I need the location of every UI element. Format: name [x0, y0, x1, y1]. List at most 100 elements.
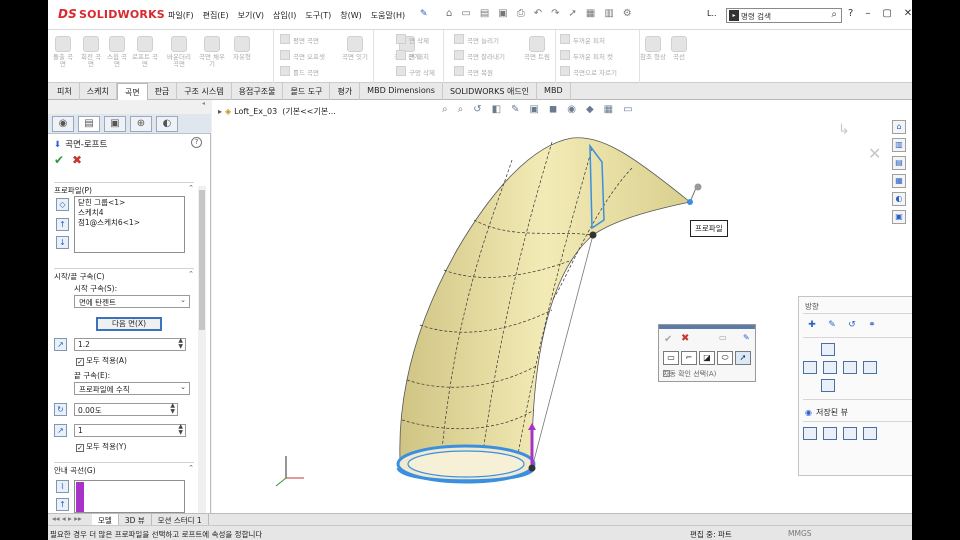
tab-addins[interactable]: SOLIDWORKS 애드인 — [443, 83, 538, 100]
move-up-icon[interactable]: ↑ — [56, 498, 69, 511]
display-manager-tab-icon[interactable]: ◐ — [156, 116, 178, 132]
extrude-surface-button[interactable]: 돌출 곡면 — [52, 36, 74, 68]
panel-collapse-arrow[interactable]: ◂ — [48, 100, 211, 114]
list-item[interactable]: 닫힌 그룹<1> — [78, 198, 181, 208]
help-icon[interactable]: ? — [191, 137, 202, 148]
two-view-horizontal-icon[interactable] — [823, 427, 837, 440]
tab-mbd-dimensions[interactable]: MBD Dimensions — [360, 83, 443, 100]
right-view-icon[interactable] — [843, 361, 857, 374]
unit-system[interactable]: MMGS — [788, 529, 812, 538]
feature-manager-tab-icon[interactable]: ◉ — [52, 116, 74, 132]
start-end-section-header[interactable]: 시작/끝 구속(C) ⌃ — [54, 268, 194, 281]
print-icon[interactable]: ⎙ — [517, 8, 525, 19]
guide-curves-list[interactable] — [74, 480, 185, 513]
menu-view[interactable]: 보기(V) — [238, 10, 264, 21]
panel-scrollbar[interactable] — [198, 186, 206, 513]
sweep-surface-button[interactable]: 스윕 곡면 — [106, 36, 128, 68]
ruled-surface-button[interactable]: 룰드 곡면 — [280, 66, 319, 77]
list-item[interactable]: 점1@스케치6<1> — [78, 218, 181, 228]
apply-all-start-checkbox[interactable]: ✓ 모두 적용(A) — [76, 355, 127, 366]
auto-confirm-checkbox[interactable]: 자동 확인 선택(A) — [663, 369, 716, 379]
cut-with-surface-button[interactable]: 곡면으로 자르기 — [560, 66, 617, 77]
surface-trim-button[interactable]: 곡면 트림 — [524, 36, 550, 61]
top-view-icon[interactable] — [821, 343, 835, 356]
select-closed-loop-icon[interactable]: ▭ — [663, 351, 679, 365]
profiles-list[interactable]: 닫힌 그룹<1> 스케치4 점1@스케치6<1> — [74, 196, 185, 253]
clear-selection-icon[interactable]: ▭ — [719, 333, 727, 342]
apply-all-end-checkbox[interactable]: ✓ 모두 적용(Y) — [76, 441, 126, 452]
file-props-icon[interactable]: ▥ — [604, 8, 613, 19]
select-region-icon[interactable]: ⬭ — [717, 351, 733, 365]
menu-window[interactable]: 창(W) — [340, 10, 362, 21]
saved-views-header[interactable]: ◉저장된 뷰› — [805, 407, 848, 418]
update-view-icon[interactable]: ✎ — [825, 319, 839, 332]
menu-edit[interactable]: 편집(E) — [203, 10, 229, 21]
pin-icon[interactable]: ✎ — [420, 9, 428, 19]
move-up-icon[interactable]: ↑ — [56, 218, 69, 231]
bottom-view-icon[interactable] — [821, 379, 835, 392]
direction-vector-icon[interactable]: ↗ — [54, 338, 67, 351]
close-icon[interactable]: ✕ — [904, 8, 912, 19]
property-manager-tab-icon[interactable]: ▤ — [78, 116, 100, 132]
help-icon[interactable]: ? — [848, 8, 853, 19]
thickened-cut-button[interactable]: 두꺼운 피처 컷 — [560, 50, 613, 61]
curves-button[interactable]: 곡선 — [668, 36, 690, 61]
replace-face-button[interactable]: 면 대치 — [396, 50, 429, 61]
boundary-surface-button[interactable]: 바운더리 곡면 — [164, 36, 194, 68]
four-view-icon[interactable] — [863, 427, 877, 440]
back-view-icon[interactable] — [863, 361, 877, 374]
select-icon[interactable]: ➚ — [569, 8, 577, 19]
scrollbar-thumb[interactable] — [199, 190, 205, 330]
freeform-button[interactable]: 자유형 — [230, 36, 254, 61]
select-open-loop-icon[interactable]: ⌐ — [681, 351, 697, 365]
gear-icon[interactable]: ⚙ — [623, 8, 632, 19]
move-down-icon[interactable]: ↓ — [56, 236, 69, 249]
new-view-icon[interactable]: ✚ — [805, 319, 819, 332]
draft-angle-icon[interactable]: ↻ — [54, 403, 67, 416]
knit-surface-button[interactable]: 곡면 잇기 — [342, 36, 368, 61]
list-item[interactable]: 스케치4 — [78, 208, 181, 218]
ok-icon[interactable]: ✔ — [54, 153, 64, 167]
tab-motion-study[interactable]: 모션 스터디 1 — [152, 514, 209, 525]
offset-surface-button[interactable]: 곡면 오프셋 — [280, 50, 325, 61]
redo-icon[interactable]: ↷ — [551, 8, 559, 19]
end-tangent-length-input[interactable]: 1 ▲ ▼ — [74, 424, 186, 437]
popup-titlebar[interactable] — [659, 325, 755, 329]
select-group-icon[interactable]: ◪ — [699, 351, 715, 365]
tab-surfaces[interactable]: 곡면 — [116, 83, 148, 100]
bottom-profile-ring[interactable] — [396, 444, 536, 484]
tab-sheet-metal[interactable]: 판금 — [148, 83, 178, 100]
menu-help[interactable]: 도움말(H) — [371, 10, 405, 21]
standard-selection-icon[interactable]: ➚ — [735, 351, 751, 365]
start-tangent-length-input[interactable]: 1.2 ▲ ▼ — [74, 338, 186, 351]
pin-icon[interactable]: ✎ — [743, 333, 750, 342]
new-icon[interactable]: ▭ — [461, 8, 470, 19]
end-constraint-select[interactable]: 프로파일에 수직 ⌄ — [74, 382, 190, 395]
tab-scroll-arrows-icon[interactable]: ◂◂ ◂ ▸ ▸▸ — [52, 514, 92, 525]
open-icon[interactable]: ▤ — [480, 8, 489, 19]
extend-surface-button[interactable]: 곡면 늘리기 — [454, 34, 499, 45]
left-view-icon[interactable] — [803, 361, 817, 374]
loft-surface[interactable] — [399, 137, 691, 461]
loft-surface-button[interactable]: 로프트 곡면 — [132, 36, 158, 68]
two-view-vertical-icon[interactable] — [843, 427, 857, 440]
menu-tools[interactable]: 도구(T) — [305, 10, 331, 21]
thicken-button[interactable]: 두꺼운 피처 — [560, 34, 605, 45]
ok-icon[interactable]: ✔ — [664, 334, 672, 345]
single-view-icon[interactable] — [803, 427, 817, 440]
tab-mold-tools[interactable]: 몰드 도구 — [283, 83, 331, 100]
next-face-button[interactable]: 다음 면(X) — [96, 317, 162, 331]
tab-weldments[interactable]: 용접구조물 — [232, 83, 284, 100]
start-constraint-select[interactable]: 면에 탄젠트 ⌄ — [74, 295, 190, 308]
delete-face-button[interactable]: 면 삭제 — [396, 34, 429, 45]
untrim-surface-button[interactable]: 곡면 복원 — [454, 66, 493, 77]
guide-curves-section-header[interactable]: 안내 곡선(G) ⌃ — [54, 462, 194, 475]
save-icon[interactable]: ▣ — [498, 8, 507, 19]
configuration-manager-tab-icon[interactable]: ▣ — [104, 116, 126, 132]
revolve-surface-button[interactable]: 회전 곡면 — [80, 36, 102, 68]
cancel-icon[interactable]: ✖ — [681, 333, 689, 344]
spin-arrows-icon[interactable]: ▲ ▼ — [178, 424, 183, 436]
tab-3d-views[interactable]: 3D 뷰 — [119, 514, 152, 525]
trim-surface-button[interactable]: 곡면 잘라내기 — [454, 50, 505, 61]
undo-icon[interactable]: ↶ — [534, 8, 542, 19]
